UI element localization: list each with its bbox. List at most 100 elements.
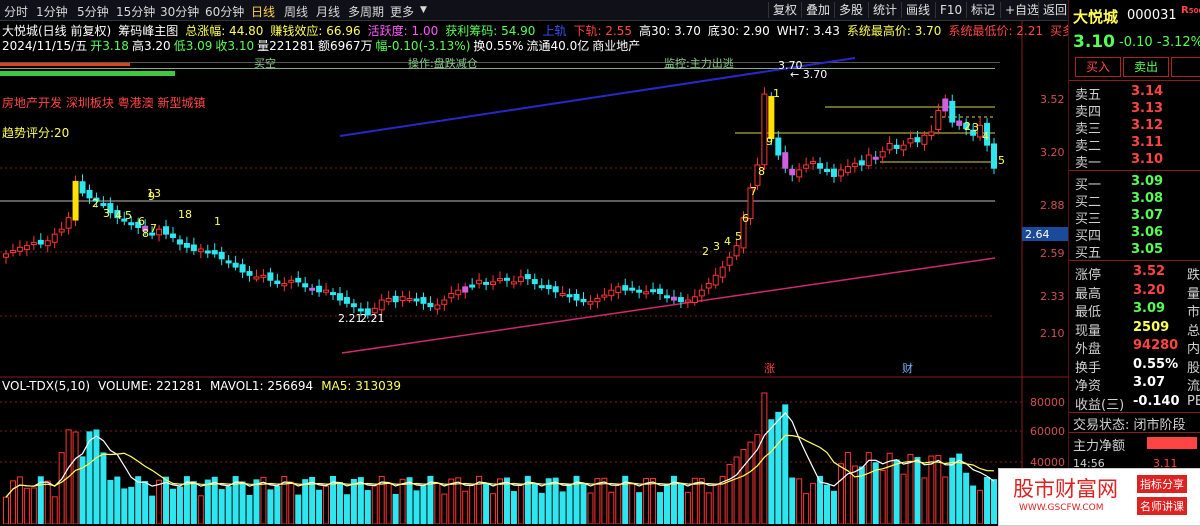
divider <box>1069 260 1200 261</box>
candle-body <box>197 248 204 253</box>
header-field: 2024/11/15/五 <box>2 39 88 53</box>
sequence-number: 7 <box>150 222 157 235</box>
low-label: 2.21 <box>338 312 363 325</box>
bid-price: 3.05 <box>1131 242 1164 257</box>
volume-bar <box>705 492 712 524</box>
candle-body <box>587 301 594 305</box>
toolbar-button[interactable]: 标记 <box>966 2 999 18</box>
volume-bar <box>942 476 949 524</box>
header-field: 高30: 3.70 <box>639 24 701 38</box>
toolbar-button[interactable]: 多股 <box>834 2 867 18</box>
sequence-number: 2 <box>92 197 99 210</box>
volume-bar <box>893 459 900 524</box>
volume-bar <box>545 478 552 524</box>
volume-bar <box>121 488 128 524</box>
signal-bar-green <box>0 71 175 76</box>
volume-bar <box>817 475 824 524</box>
ask-row: 卖三 3.12 <box>1073 118 1200 137</box>
candle-body <box>434 304 441 310</box>
stat-side-label: 流 <box>1187 379 1200 394</box>
candle-body <box>163 226 170 235</box>
sequence-number: 8 <box>142 227 149 240</box>
candle-body <box>761 93 768 166</box>
toolbar-button[interactable]: 复权 <box>768 2 801 18</box>
buy-button[interactable]: 买入 <box>1075 57 1121 77</box>
timeframe-tab[interactable]: 分时 <box>4 3 28 20</box>
candle-body <box>100 203 107 207</box>
candle-body <box>824 168 831 173</box>
candle-body <box>183 242 190 248</box>
volume-bar <box>900 473 907 524</box>
timeframe-tab[interactable]: 周线 <box>284 3 308 20</box>
candle-body <box>385 297 392 303</box>
timeframe-tab[interactable]: 60分钟 <box>205 3 244 20</box>
ask-row: 卖五 3.14 <box>1073 84 1200 103</box>
candle-body <box>295 277 302 283</box>
header-field: 活跃度: 1.00 <box>367 24 439 38</box>
stat-row: 净资 3.07 流 <box>1073 375 1200 394</box>
candle-body <box>552 286 559 293</box>
candle-body <box>420 297 427 304</box>
timeframe-tab[interactable]: 更多 <box>390 3 414 20</box>
stat-label: 现量 <box>1075 323 1102 339</box>
more-button[interactable] <box>1171 57 1200 77</box>
watermark-tag-1: 指标分享 <box>1137 475 1187 493</box>
volume-bar <box>462 490 469 524</box>
toolbar-button[interactable]: 叠加 <box>801 2 834 18</box>
header-field: 底30: 2.90 <box>707 24 770 38</box>
toolbar-button[interactable]: 画线 <box>901 2 934 18</box>
stat-row: 换手 0.55% 股 <box>1073 357 1200 376</box>
candle-body <box>663 295 670 299</box>
volume-bar <box>441 493 448 524</box>
timeframe-tab[interactable]: 5分钟 <box>77 3 109 20</box>
volume-bar <box>691 477 698 524</box>
stat-row: 现量 2509 总 <box>1073 320 1200 339</box>
header-field: 低3.09 <box>173 39 213 53</box>
stat-label: 换手 <box>1075 360 1102 376</box>
candle-body <box>851 162 858 167</box>
stat-side-label: 总 <box>1187 323 1200 339</box>
price-pct: -3.12% <box>1157 35 1200 50</box>
stat-side-label: 跌 <box>1187 268 1200 283</box>
divider <box>1069 170 1200 171</box>
candle-body <box>427 302 434 308</box>
header-field: 赚钱效应: 66.96 <box>270 24 361 38</box>
risk-badge: R500 <box>1181 5 1200 16</box>
volume-bar <box>615 483 622 524</box>
toolbar-button[interactable]: 统计 <box>868 2 901 18</box>
header-field: 换0.55% <box>473 39 524 53</box>
flow-bar <box>1147 437 1197 449</box>
timeframe-tab[interactable]: 月线 <box>316 3 340 20</box>
candle-body <box>573 293 580 301</box>
event-label: 涨 <box>764 362 775 375</box>
timeframe-tab[interactable]: 15分钟 <box>116 3 155 20</box>
watermark-url: WWW.GSCFW.COM <box>1019 503 1104 513</box>
toolbar-button[interactable]: +自选 <box>1000 2 1043 18</box>
volume-bar <box>253 479 260 524</box>
timeframe-tab[interactable]: 30分钟 <box>160 3 199 20</box>
timeframe-tab[interactable]: 多周期 <box>348 3 384 20</box>
timeframe-tab[interactable]: 1分钟 <box>36 3 68 20</box>
timeframe-tab[interactable]: 日线 <box>251 3 275 20</box>
volume-bar <box>698 478 705 524</box>
volume-bar <box>636 492 643 524</box>
candle-body <box>608 289 615 297</box>
toolbar-button[interactable]: F10 <box>935 2 966 18</box>
volume-bar <box>872 462 879 524</box>
candle-body <box>886 142 893 151</box>
volume-bar <box>30 487 37 524</box>
stat-side-label: 内 <box>1187 342 1200 357</box>
volume-bar <box>643 477 650 524</box>
candle-body <box>837 169 844 177</box>
stat-label: 涨停 <box>1075 268 1102 283</box>
candle-body <box>246 271 253 276</box>
candle-body <box>378 299 385 311</box>
more-dropdown-icon[interactable]: ▼ <box>420 5 427 15</box>
volume-bar <box>740 449 747 524</box>
sell-button[interactable]: 卖出 <box>1123 57 1169 77</box>
sequence-number: 5 <box>735 230 742 243</box>
volume-bar <box>594 478 601 524</box>
sequence-number: 4 <box>982 130 989 143</box>
volume-bar <box>142 481 149 524</box>
toolbar-button[interactable]: 返回 <box>1038 2 1071 18</box>
